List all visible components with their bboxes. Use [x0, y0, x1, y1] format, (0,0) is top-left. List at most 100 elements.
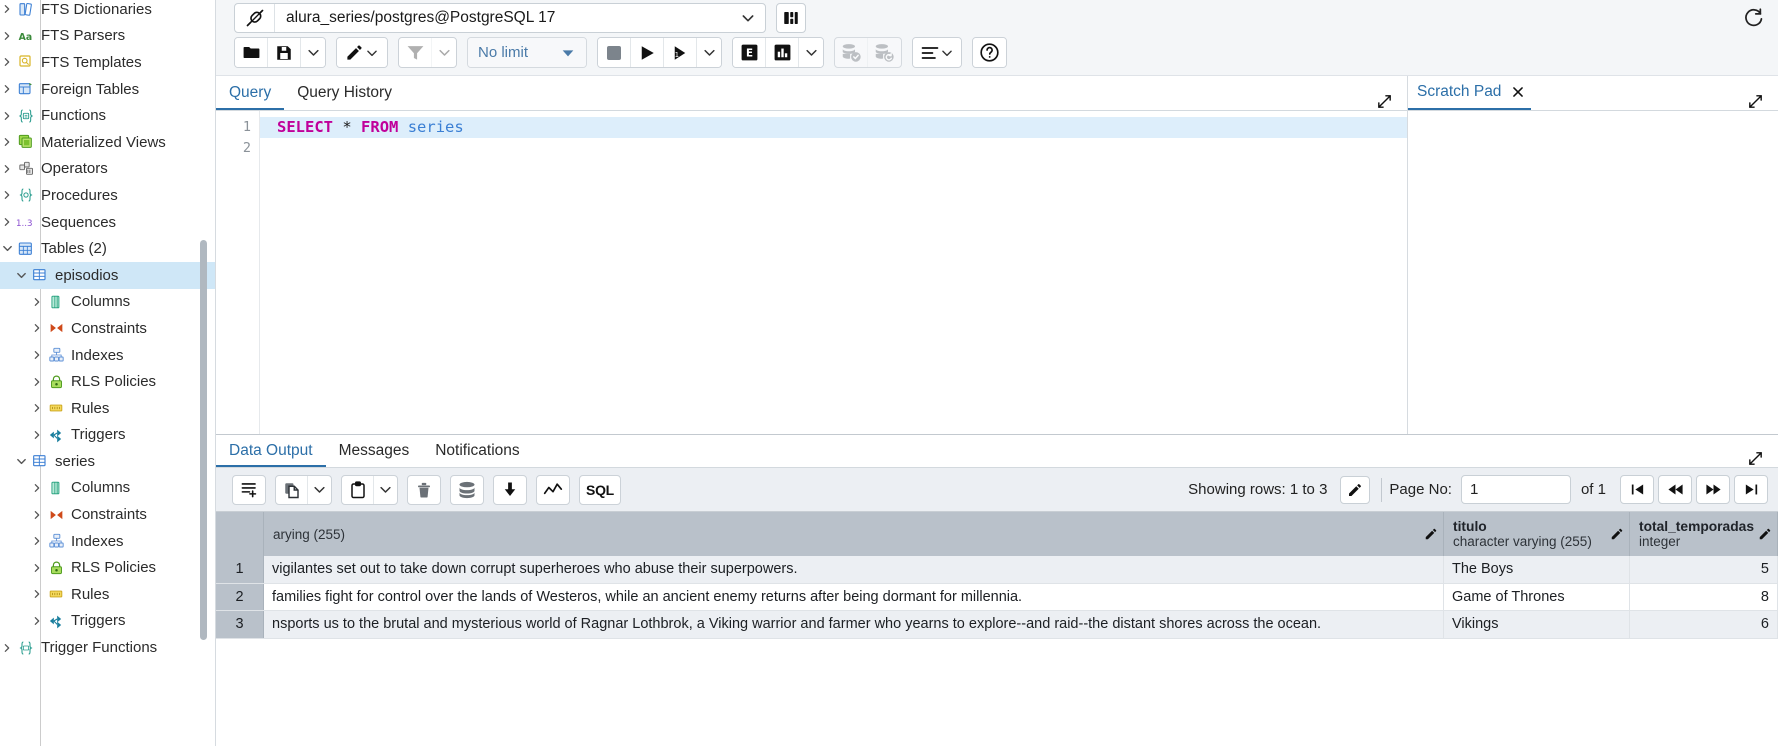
- add-row-icon[interactable]: [233, 476, 265, 504]
- row-number[interactable]: 2: [216, 583, 264, 610]
- pencil-icon[interactable]: [1340, 475, 1371, 504]
- previous-page-icon[interactable]: [1658, 475, 1692, 504]
- chevron-down-icon[interactable]: [16, 456, 30, 467]
- cell-titulo[interactable]: Game of Thrones: [1444, 583, 1630, 610]
- chevron-right-icon[interactable]: [2, 31, 16, 41]
- chevron-right-icon[interactable]: [2, 190, 16, 200]
- manage-connections-icon[interactable]: [776, 3, 806, 33]
- tree-item-operators[interactable]: Operators: [0, 156, 215, 183]
- table-row[interactable]: 2 families fight for control over the la…: [216, 583, 1778, 611]
- tab-query-history[interactable]: Query History: [284, 76, 405, 110]
- chevron-right-icon[interactable]: [32, 430, 46, 440]
- next-page-icon[interactable]: [1696, 475, 1730, 504]
- table-row[interactable]: 3 nsports us to the brutal and mysterious…: [216, 611, 1778, 639]
- macros-icon[interactable]: [913, 38, 961, 67]
- grid-header-titulo[interactable]: titulo character varying (255): [1444, 512, 1630, 556]
- grid-body[interactable]: 1 vigilantes set out to take down corrupt…: [216, 556, 1778, 639]
- row-number[interactable]: 1: [216, 556, 264, 583]
- sql-editor[interactable]: 1 2 SELECT * FROM series: [216, 111, 1407, 434]
- commit-icon[interactable]: [835, 38, 868, 67]
- tree-item-trigger-functions[interactable]: Trigger Functions: [0, 634, 215, 661]
- stop-icon[interactable]: [598, 38, 631, 67]
- tree-item-sequences[interactable]: 1..3 Sequences: [0, 209, 215, 236]
- tree-item-functions[interactable]: Functions: [0, 102, 215, 129]
- reset-layout-icon[interactable]: [1738, 3, 1768, 33]
- execute-play-icon[interactable]: [631, 38, 664, 67]
- chevron-down-icon[interactable]: [731, 10, 765, 26]
- tree-item-constraints[interactable]: Constraints: [0, 501, 215, 528]
- grid-header-sinopse[interactable]: arying (255): [264, 512, 1444, 556]
- copy-icon[interactable]: [276, 475, 308, 504]
- chevron-right-icon[interactable]: [2, 111, 16, 121]
- cell-sinopse[interactable]: families fight for control over the land…: [264, 583, 1444, 610]
- pencil-icon[interactable]: [1424, 527, 1438, 541]
- tree-item-rules[interactable]: Rules: [0, 395, 215, 422]
- pencil-icon[interactable]: [1610, 527, 1624, 541]
- close-icon[interactable]: [1511, 85, 1525, 99]
- tree-item-tables-2[interactable]: Tables (2): [0, 235, 215, 262]
- tree-item-columns[interactable]: Columns: [0, 475, 215, 502]
- tree-item-triggers[interactable]: Triggers: [0, 422, 215, 449]
- download-csv-icon[interactable]: [494, 476, 526, 504]
- chevron-down-icon[interactable]: [16, 270, 30, 281]
- chevron-right-icon[interactable]: [2, 643, 16, 653]
- row-limit-select[interactable]: No limit: [468, 38, 586, 67]
- cell-sinopse[interactable]: nsports us to the brutal and mysterious …: [264, 611, 1444, 638]
- explain-chevron-down-icon[interactable]: [799, 38, 823, 67]
- tree-item-rls-policies[interactable]: RLS Policies: [0, 554, 215, 581]
- chevron-right-icon[interactable]: [32, 297, 46, 307]
- chevron-right-icon[interactable]: [2, 57, 16, 67]
- save-data-changes-icon[interactable]: [451, 476, 483, 504]
- cell-titulo[interactable]: The Boys: [1444, 556, 1630, 583]
- copy-chevron-down-icon[interactable]: [308, 476, 331, 504]
- tree-item-materialized-views[interactable]: Materialized Views: [0, 129, 215, 156]
- first-page-icon[interactable]: [1620, 475, 1654, 504]
- delete-row-icon[interactable]: [408, 476, 440, 504]
- chevron-right-icon[interactable]: [2, 164, 16, 174]
- tree-item-indexes[interactable]: Indexes: [0, 528, 215, 555]
- data-grid[interactable]: arying (255) titulo character varying (2…: [216, 512, 1778, 746]
- cell-titulo[interactable]: Vikings: [1444, 611, 1630, 638]
- chevron-right-icon[interactable]: [2, 217, 16, 227]
- tab-scratch-pad[interactable]: Scratch Pad: [1408, 76, 1532, 110]
- tree-item-rls-policies[interactable]: RLS Policies: [0, 368, 215, 395]
- tree-item-episodios[interactable]: episodios: [0, 261, 215, 289]
- tree-item-fts-dictionaries[interactable]: FTS Dictionaries: [0, 0, 215, 23]
- chevron-right-icon[interactable]: [32, 403, 46, 413]
- cell-total-temporadas[interactable]: 6: [1630, 611, 1778, 638]
- tree-item-rules[interactable]: Rules: [0, 581, 215, 608]
- code-line-1[interactable]: SELECT * FROM series: [260, 117, 1407, 138]
- scratch-pad-expand-icon[interactable]: [1733, 93, 1778, 110]
- page-no-input[interactable]: [1460, 475, 1571, 504]
- code-line-2[interactable]: [260, 138, 1407, 159]
- rollback-icon[interactable]: [868, 38, 901, 67]
- tree-item-series[interactable]: series: [0, 448, 215, 475]
- tree-item-foreign-tables[interactable]: Foreign Tables: [0, 76, 215, 103]
- chevron-right-icon[interactable]: [32, 536, 46, 546]
- explain-analyze-icon[interactable]: [766, 38, 799, 67]
- row-number[interactable]: 3: [216, 611, 264, 638]
- tree-item-columns[interactable]: Columns: [0, 289, 215, 316]
- cell-sinopse[interactable]: vigilantes set out to take down corrupt …: [264, 556, 1444, 583]
- save-file-icon[interactable]: [268, 38, 301, 67]
- paste-icon[interactable]: [342, 475, 374, 504]
- edit-pencil-icon[interactable]: [337, 38, 387, 67]
- graph-visualiser-icon[interactable]: [537, 476, 569, 504]
- results-expand-icon[interactable]: [1733, 450, 1778, 467]
- tree-item-fts-templates[interactable]: FTS Templates: [0, 49, 215, 76]
- filter-icon[interactable]: [399, 38, 432, 67]
- expand-icon[interactable]: [1362, 93, 1407, 110]
- chevron-right-icon[interactable]: [32, 616, 46, 626]
- tab-query[interactable]: Query: [216, 76, 285, 110]
- object-browser-tree[interactable]: FTS Dictionaries Aa FTS Parsers FTS Templat…: [0, 0, 216, 746]
- chevron-right-icon[interactable]: [32, 510, 46, 520]
- tree-item-constraints[interactable]: Constraints: [0, 315, 215, 342]
- tree-item-triggers[interactable]: Triggers: [0, 608, 215, 635]
- open-file-icon[interactable]: [235, 38, 268, 67]
- sidebar-scrollbar[interactable]: [200, 240, 207, 640]
- last-page-icon[interactable]: [1734, 475, 1768, 504]
- tree-item-fts-parsers[interactable]: Aa FTS Parsers: [0, 23, 215, 50]
- chevron-right-icon[interactable]: [32, 563, 46, 573]
- tree-item-indexes[interactable]: Indexes: [0, 342, 215, 369]
- chevron-right-icon[interactable]: [32, 350, 46, 360]
